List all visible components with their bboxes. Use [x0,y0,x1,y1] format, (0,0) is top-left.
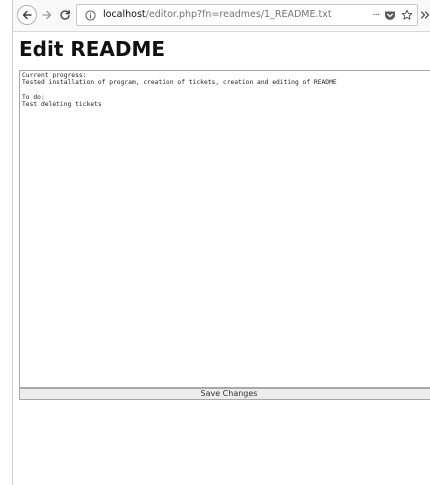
page-actions-button[interactable]: ··· [372,10,379,21]
browser-toolbar: localhost/editor.php?fn=readmes/1_README… [13,0,430,32]
info-icon[interactable] [83,8,97,22]
overflow-menu-button[interactable] [420,7,430,23]
address-bar[interactable]: localhost/editor.php?fn=readmes/1_README… [76,4,418,26]
browser-window: localhost/editor.php?fn=readmes/1_README… [12,0,430,485]
reload-button[interactable] [57,7,73,23]
star-icon[interactable] [401,9,413,21]
back-button[interactable] [17,5,37,25]
save-changes-button[interactable]: Save Changes [19,388,430,400]
page-title: Edit README [19,37,166,61]
url-actions: ··· [372,7,413,23]
back-arrow-icon [22,10,32,20]
page-content: Edit README Current progress: Tested ins… [13,32,430,485]
forward-button[interactable] [40,7,54,23]
url-path: /editor.php?fn=readmes/1_README.txt [145,9,332,20]
chevron-double-right-icon [420,11,430,19]
url-host: localhost [103,9,146,20]
readme-editor[interactable]: Current progress: Tested installation of… [19,70,430,388]
pocket-icon[interactable] [384,10,396,21]
url-text: localhost/editor.php?fn=readmes/1_README… [103,8,332,22]
forward-arrow-icon [42,10,52,20]
reload-icon [60,9,70,20]
